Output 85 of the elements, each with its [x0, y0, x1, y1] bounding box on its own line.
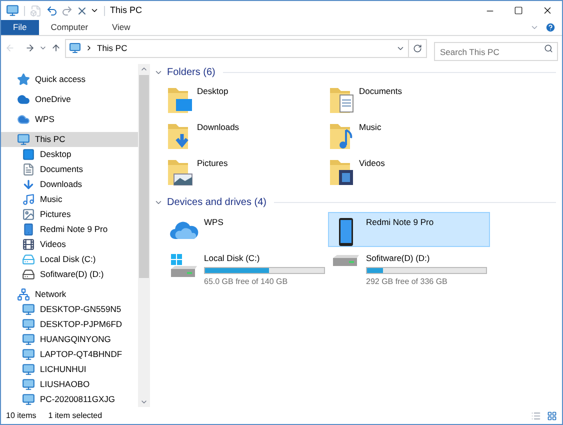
- refresh-icon[interactable]: [413, 44, 422, 52]
- cloud-icon: [17, 93, 30, 106]
- nav-item[interactable]: HUANGQINYONG: [1, 332, 138, 347]
- redo-icon[interactable]: [61, 4, 73, 16]
- folder-tile[interactable]: Music: [328, 120, 490, 156]
- item-count: 10 items: [6, 410, 36, 422]
- folder-tile[interactable]: Desktop: [166, 84, 328, 120]
- search-field[interactable]: Search This PC: [434, 42, 558, 61]
- nav-item[interactable]: LICHUNHUI: [1, 362, 138, 377]
- section-title: Devices and drives (4): [167, 196, 266, 210]
- scrollbar[interactable]: [138, 64, 150, 407]
- monitor-icon: [17, 133, 30, 146]
- ribbon-tab[interactable]: View: [100, 20, 142, 35]
- drive-tile[interactable]: Redmi Note 9 Pro: [328, 212, 490, 247]
- phone-icon: [22, 223, 35, 236]
- monitor-icon: [22, 303, 35, 316]
- monitor-icon: [22, 333, 35, 346]
- recent-caret-icon[interactable]: [39, 44, 47, 52]
- folder-icon: [166, 157, 194, 187]
- folder-icon: [166, 85, 194, 115]
- scroll-down-icon[interactable]: [140, 398, 148, 406]
- document-icon: [22, 163, 35, 176]
- star-icon: [17, 73, 30, 86]
- monitor-icon: [22, 378, 35, 391]
- nav-item[interactable]: Sofitware(D) (D:): [1, 267, 138, 282]
- nav-item[interactable]: Videos: [1, 237, 138, 252]
- large-icons-view-icon[interactable]: [547, 410, 557, 420]
- nav-item[interactable]: DESKTOP-PJPM6FD: [1, 317, 138, 332]
- folder-tile[interactable]: Pictures: [166, 156, 328, 192]
- picture-icon: [22, 208, 35, 221]
- film-icon: [22, 238, 35, 251]
- nav-item[interactable]: Documents: [1, 162, 138, 177]
- monitor-icon: [22, 393, 35, 406]
- folder-icon: [328, 157, 356, 187]
- network-icon: [17, 288, 30, 301]
- nav-item[interactable]: WPS: [1, 112, 138, 127]
- nav-item[interactable]: Local Disk (C:): [1, 252, 138, 267]
- monitor-icon: [22, 348, 35, 361]
- forward-arrow-icon[interactable]: [25, 43, 35, 53]
- customize-caret-icon[interactable]: [90, 6, 99, 15]
- download-arrow-icon: [22, 178, 35, 191]
- ribbon-tab[interactable]: Computer: [38, 20, 100, 35]
- delete-icon[interactable]: [76, 4, 88, 16]
- ribbon-tab[interactable]: File: [1, 20, 39, 35]
- nav-item[interactable]: PC-20200811GXJG: [1, 392, 138, 407]
- nav-item[interactable]: Downloads: [1, 177, 138, 192]
- maximize-icon[interactable]: [514, 6, 523, 15]
- monitor-icon[interactable]: [6, 4, 19, 17]
- drive-tile[interactable]: Sofitware(D) (D:) 292 GB free of 336 GB: [328, 248, 490, 283]
- help-icon[interactable]: [545, 22, 556, 33]
- expand-ribbon-icon[interactable]: [530, 23, 539, 32]
- section-title: Folders (6): [167, 66, 216, 80]
- nav-item[interactable]: This PC: [1, 132, 138, 147]
- nav-item[interactable]: Desktop: [1, 147, 138, 162]
- nav-item[interactable]: LIUSHAOBO: [1, 377, 138, 392]
- details-view-icon[interactable]: [531, 410, 541, 420]
- address-bar[interactable]: This PC: [65, 38, 409, 58]
- phone-icon: [338, 217, 354, 247]
- nav-item[interactable]: Pictures: [1, 207, 138, 222]
- window-title: This PC: [110, 4, 142, 17]
- nav-item[interactable]: Network: [1, 287, 138, 302]
- monitor-icon: [22, 363, 35, 376]
- folder-tile[interactable]: Downloads: [166, 120, 328, 156]
- folder-tile[interactable]: Videos: [328, 156, 490, 192]
- drive-tile[interactable]: WPS: [166, 212, 328, 247]
- drive-tile[interactable]: Local Disk (C:) 65.0 GB free of 140 GB: [166, 248, 328, 283]
- music-note-icon: [22, 193, 35, 206]
- monitor-icon: [22, 318, 35, 331]
- nav-item[interactable]: Quick access: [1, 72, 138, 87]
- nav-item[interactable]: Music: [1, 192, 138, 207]
- selection-count: 1 item selected: [48, 410, 102, 422]
- search-icon[interactable]: [544, 44, 553, 52]
- nav-item[interactable]: DESKTOP-GN559N5: [1, 302, 138, 317]
- nav-item[interactable]: OneDrive: [1, 92, 138, 107]
- disk-icon: [331, 253, 361, 269]
- undo-icon[interactable]: [46, 4, 58, 16]
- folder-tile[interactable]: Documents: [328, 84, 490, 120]
- nav-item[interactable]: Redmi Note 9 Pro: [1, 222, 138, 237]
- nav-item[interactable]: LAPTOP-QT4BHNDF: [1, 347, 138, 362]
- scroll-up-icon[interactable]: [140, 65, 148, 73]
- desktop-icon: [22, 148, 35, 161]
- close-icon[interactable]: [542, 5, 553, 16]
- folder-icon: [328, 85, 356, 115]
- up-arrow-icon[interactable]: [51, 43, 61, 53]
- cloud-icon: [17, 113, 30, 126]
